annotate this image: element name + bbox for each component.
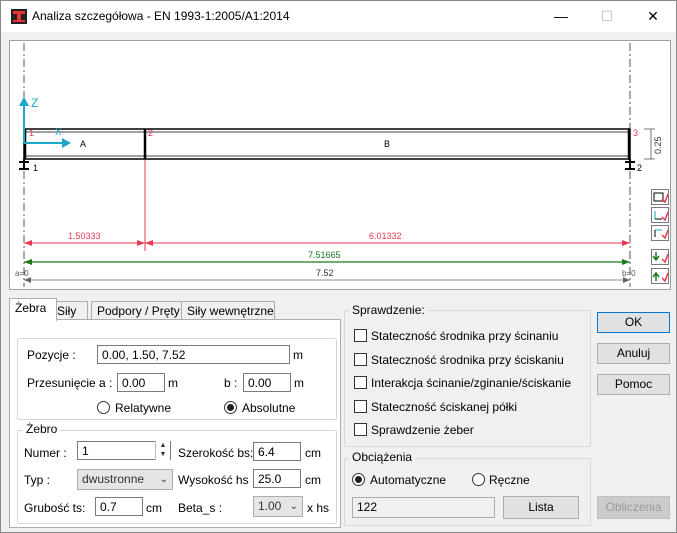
offset-a-label: a : — [99, 376, 113, 390]
pozycje-label: Pozycje : — [27, 348, 76, 362]
typ-select[interactable]: dwustronne ⌄ — [77, 469, 173, 490]
close-button[interactable]: ✕ — [630, 1, 676, 32]
obliczenia-button[interactable]: Obliczenia — [597, 496, 670, 519]
przesuniecie-label: Przesunięcie : — [27, 376, 103, 390]
rib-number-1: 1 — [29, 128, 34, 138]
support-left-icon — [19, 159, 29, 170]
maximize-icon: ☐ — [600, 8, 614, 24]
wysokosc-label: Wysokość hs : — [178, 473, 256, 487]
check-scinanie-label: Stateczność środnika przy ścinaniu — [371, 329, 559, 343]
tab-sily-wewnetrzne[interactable]: Siły wewnętrzne — [181, 301, 275, 320]
node-number-2: 2 — [637, 163, 642, 173]
tab-podpory[interactable]: Podpory / Pręty — [91, 301, 187, 320]
segment-a-label: A — [80, 139, 86, 149]
sprawdzenie-title: Sprawdzenie: — [349, 303, 428, 317]
beta-unit: x hs — [307, 501, 330, 515]
support-right-icon — [625, 159, 635, 170]
minimize-icon: — — [554, 8, 568, 24]
check-polka[interactable] — [354, 400, 367, 413]
grubosc-input[interactable]: 0.7 — [95, 497, 143, 516]
load-case-field[interactable]: 122 — [352, 497, 495, 518]
segment-b-label: B — [384, 139, 390, 149]
load-down-icon[interactable] — [651, 249, 669, 265]
ok-button[interactable]: OK — [597, 312, 670, 333]
minimize-button[interactable]: — — [538, 1, 584, 32]
beta-select-value: 1.00 — [258, 499, 282, 513]
dimension-segment-b: 6.01332 — [369, 231, 402, 241]
pozycje-input[interactable]: 0.00, 1.50, 7.52 — [97, 345, 290, 364]
check-scinanie[interactable] — [354, 329, 367, 342]
obciazenia-title: Obciążenia — [349, 450, 416, 464]
rib-tool-1-icon[interactable] — [651, 189, 669, 205]
grubosc-unit: cm — [146, 501, 162, 515]
check-sciskanie[interactable] — [354, 353, 367, 366]
check-polka-label: Stateczność ściskanej półki — [371, 400, 518, 414]
beam-drawing-canvas[interactable]: Z X A B 1 2 3 1 2 0.25 1.50333 6.01332 7… — [9, 40, 671, 290]
szerokosc-label: Szerokość bs: — [178, 446, 254, 460]
rib-group-title: Żebro — [23, 422, 61, 436]
height-dimension: 0.25 — [653, 136, 663, 154]
typ-select-value: dwustronne — [82, 472, 145, 486]
offset-a-unit: m — [168, 376, 178, 390]
offset-b-unit: m — [294, 376, 304, 390]
tab-zebra[interactable]: Żebra — [9, 298, 57, 321]
check-interakcja[interactable] — [354, 376, 367, 389]
load-up-icon[interactable] — [651, 268, 669, 284]
szerokosc-input[interactable]: 6.4 — [253, 442, 301, 461]
offset-a-zero: a=0 — [15, 269, 29, 278]
grubosc-label: Grubość ts: — [24, 501, 86, 515]
lista-button[interactable]: Lista — [503, 496, 579, 519]
node-number-1: 1 — [33, 163, 38, 173]
pozycje-unit: m — [293, 348, 303, 362]
check-zebra-label: Sprawdzenie żeber — [371, 423, 474, 437]
tab-panel-zebra: Pozycje : 0.00, 1.50, 7.52 m Przesunięci… — [9, 319, 341, 528]
numer-label: Numer : — [24, 446, 67, 460]
close-icon: ✕ — [647, 8, 659, 24]
offset-b-label: b : — [224, 376, 238, 390]
dimension-total-green: 7.51665 — [308, 250, 341, 260]
automatyczne-radio[interactable] — [352, 473, 365, 486]
beam-web — [23, 128, 631, 160]
axis-x-label: X — [55, 127, 62, 138]
dimension-segment-a: 1.50333 — [68, 231, 101, 241]
rib-number-2: 2 — [148, 128, 153, 138]
relatywne-label: Relatywne — [115, 401, 172, 415]
rib-tool-2-icon[interactable] — [651, 207, 669, 223]
reczne-label: Ręczne — [489, 473, 530, 487]
offset-a-input[interactable]: 0.00 — [117, 373, 165, 392]
szerokosc-unit: cm — [305, 446, 321, 460]
chevron-down-icon: ⌄ — [289, 501, 298, 512]
offset-b-input[interactable]: 0.00 — [243, 373, 291, 392]
absolutne-label: Absolutne — [242, 401, 296, 415]
wysokosc-input[interactable]: 25.0 — [253, 469, 301, 488]
dialog-window: Analiza szczegółowa - EN 1993-1:2005/A1:… — [0, 0, 677, 533]
axis-z-label: Z — [31, 96, 38, 110]
beam-drawing: Z X A B 1 2 3 1 2 0.25 1.50333 6.01332 7… — [15, 43, 663, 287]
beta-label: Beta_s : — [178, 501, 223, 515]
check-sciskanie-label: Stateczność środnika przy ściskaniu — [371, 353, 564, 367]
check-interakcja-label: Interakcja ścinanie/zginanie/ściskanie — [371, 376, 572, 390]
maximize-button[interactable]: ☐ — [584, 1, 630, 32]
rib-number-3: 3 — [633, 128, 638, 138]
anuluj-button[interactable]: Anuluj — [597, 343, 670, 364]
automatyczne-label: Automatyczne — [370, 473, 447, 487]
beta-select[interactable]: 1.00 ⌄ — [253, 496, 303, 517]
relatywne-radio[interactable] — [97, 401, 110, 414]
check-zebra[interactable] — [354, 423, 367, 436]
typ-label: Typ : — [24, 473, 51, 487]
numer-spinner[interactable]: ▲ ▼ — [155, 441, 170, 460]
chevron-down-icon: ⌄ — [159, 474, 168, 485]
reczne-radio[interactable] — [472, 473, 485, 486]
title-bar: Analiza szczegółowa - EN 1993-1:2005/A1:… — [1, 1, 676, 32]
wysokosc-unit: cm — [305, 473, 321, 487]
pomoc-button[interactable]: Pomoc — [597, 374, 670, 395]
rib-tool-3-icon[interactable] — [651, 225, 669, 241]
offset-b-zero: b=0 — [622, 269, 636, 278]
app-icon — [11, 9, 27, 24]
dimension-total: 7.52 — [316, 268, 334, 278]
window-title: Analiza szczegółowa - EN 1993-1:2005/A1:… — [32, 9, 290, 23]
absolutne-radio[interactable] — [224, 401, 237, 414]
